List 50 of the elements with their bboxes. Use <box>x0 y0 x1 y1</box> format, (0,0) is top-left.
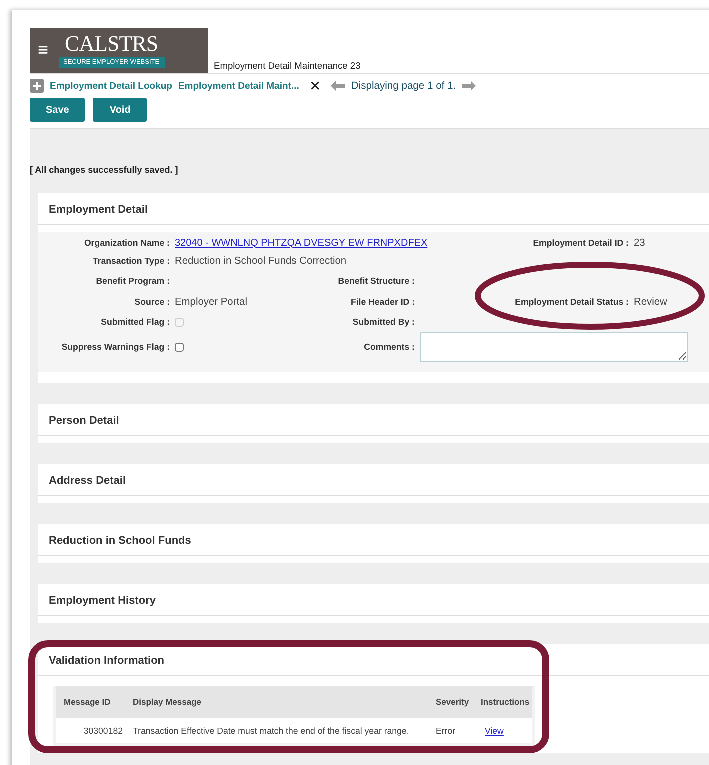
breadcrumb-link[interactable]: Employment Detail Maint... <box>178 80 300 92</box>
collapsed-section[interactable]: Address Detail <box>38 464 709 503</box>
field-label: Comments : <box>364 342 416 352</box>
field-value: Review <box>634 296 668 308</box>
field-label: Submitted By : <box>352 317 416 327</box>
column-header[interactable]: Display Message <box>125 697 428 707</box>
add-icon[interactable] <box>30 79 44 93</box>
breadcrumb-link[interactable]: Employment Detail Lookup <box>50 80 172 92</box>
organization-link[interactable]: 32040 - WWNLNQ PHTZQA DVESGY EW FRNPXDFEX <box>175 238 428 248</box>
section-title: Address Detail <box>38 475 709 496</box>
field-label: Employment Detail Status : <box>515 297 630 307</box>
field-label: Benefit Structure : <box>338 276 416 286</box>
column-header[interactable]: Severity <box>428 697 473 707</box>
field-value: 23 <box>634 238 646 248</box>
section-title: Validation Information <box>38 655 709 676</box>
left-arrow-icon[interactable] <box>331 81 346 91</box>
menu-icon[interactable]: ≡ <box>38 40 49 61</box>
comments-field[interactable] <box>420 332 688 362</box>
collapsed-section[interactable]: Employment History <box>38 584 709 623</box>
table-cell-text: Error <box>435 726 457 736</box>
column-header[interactable]: Message ID <box>56 697 125 707</box>
paging-text: Displaying page 1 of 1. <box>351 80 456 92</box>
flag-checkbox[interactable] <box>175 342 184 352</box>
action-button[interactable]: Save <box>30 98 86 122</box>
field-label: Suppress Warnings Flag : <box>62 342 171 352</box>
column-header[interactable]: Instructions <box>473 697 532 707</box>
logo-name: CALSTRS <box>65 33 158 55</box>
field-label: Organization Name : <box>84 238 171 248</box>
field-label: Benefit Program : <box>96 276 171 286</box>
close-icon[interactable]: ✕ <box>309 78 322 94</box>
section-title: Reduction in School Funds <box>38 535 709 556</box>
field-value: Employer Portal <box>175 296 248 308</box>
section-title: Person Detail <box>38 415 709 436</box>
field-value: Reduction in School Funds Correction <box>175 256 347 266</box>
section-title: Employment History <box>38 595 709 616</box>
collapsed-section[interactable]: Person Detail <box>38 404 709 443</box>
field-label: Employment Detail ID : <box>533 238 630 248</box>
field-label: File Header ID : <box>350 297 416 307</box>
table-cell-text: 30300182 <box>82 726 124 736</box>
page-title: Employment Detail Maintenance 23 <box>214 61 361 71</box>
table-cell-text: Transaction Effective Date must match the end of the fiscal year range. <box>132 726 410 736</box>
collapsed-section[interactable]: Reduction in School Funds <box>38 524 709 563</box>
field-label: Submitted Flag : <box>101 317 171 327</box>
field-label: Transaction Type : <box>92 256 171 266</box>
view-link[interactable]: View <box>473 726 504 736</box>
action-button[interactable]: Void <box>93 98 148 122</box>
field-label: Source : <box>134 297 171 307</box>
right-arrow-icon[interactable] <box>462 81 476 91</box>
status-message: [ All changes successfully saved. ] <box>30 165 180 175</box>
section-title: Employment Detail <box>38 204 709 225</box>
